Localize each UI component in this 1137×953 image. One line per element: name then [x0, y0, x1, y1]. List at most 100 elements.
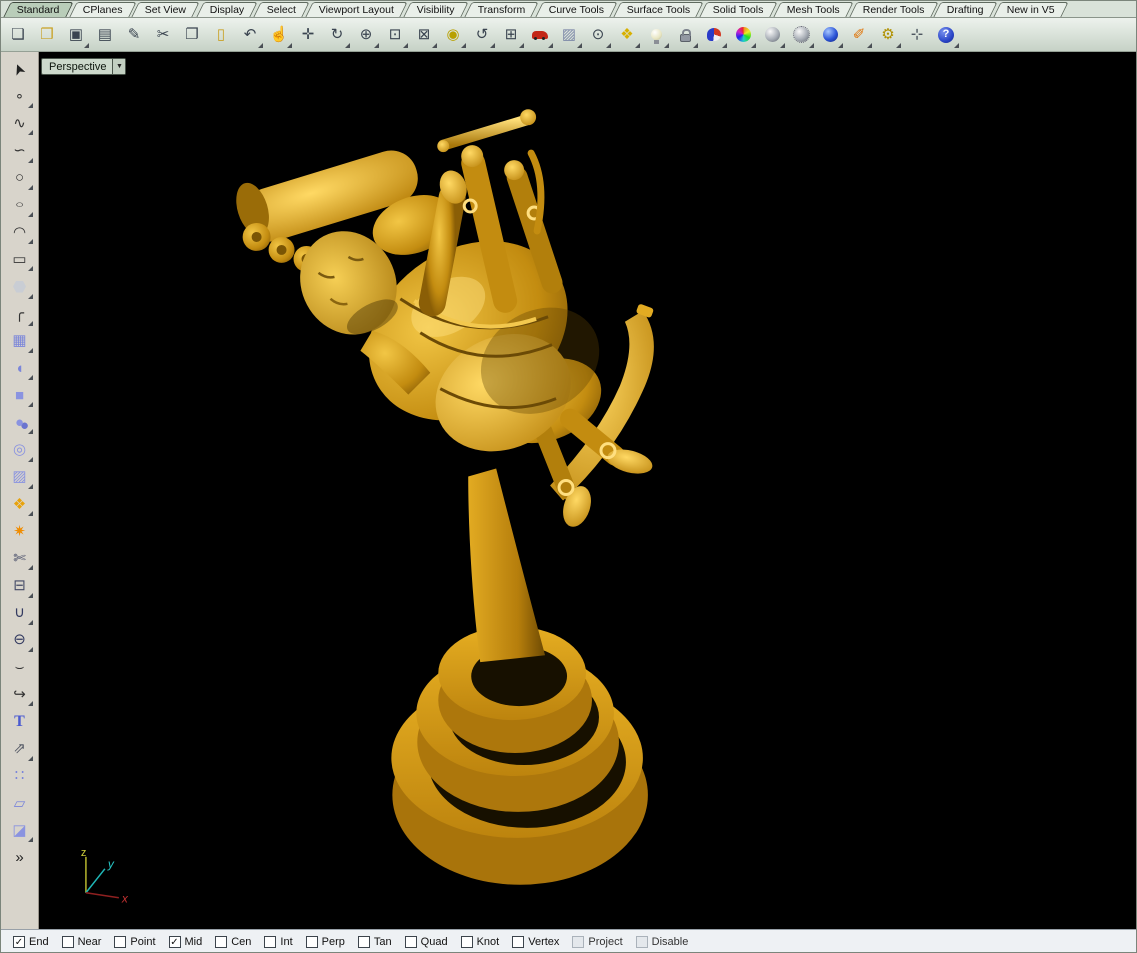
tab-solid-tools[interactable]: Solid Tools: [700, 2, 778, 17]
render-cone-button[interactable]: ✐: [845, 21, 873, 49]
copy-button[interactable]: ❐: [178, 21, 206, 49]
color-wheel-button[interactable]: [729, 21, 757, 49]
new-document-button[interactable]: ❏: [4, 21, 32, 49]
checkbox-icon[interactable]: [636, 936, 648, 948]
trim-button[interactable]: ✄: [6, 545, 34, 571]
adjust-curve-button[interactable]: ⌣: [6, 654, 34, 680]
statue-3d-model[interactable]: [230, 109, 654, 885]
extend-curve-button[interactable]: ↪: [6, 681, 34, 707]
lightbulb-button[interactable]: [642, 21, 670, 49]
checkbox-icon[interactable]: [358, 936, 370, 948]
tab-curve-tools[interactable]: Curve Tools: [535, 2, 618, 17]
checkbox-icon[interactable]: [461, 936, 473, 948]
tab-viewport-layout[interactable]: Viewport Layout: [306, 2, 408, 17]
pan-button[interactable]: ☝: [265, 21, 293, 49]
cylinder-button[interactable]: ◎: [6, 437, 34, 463]
map-button[interactable]: ▨: [555, 21, 583, 49]
osnap-disable[interactable]: Disable: [636, 936, 689, 948]
select-pointer-button[interactable]: ➤: [6, 56, 34, 82]
osnap-tan[interactable]: Tan: [358, 936, 392, 948]
point-button[interactable]: ∘: [6, 83, 34, 109]
named-views-car-button[interactable]: [526, 21, 554, 49]
move-button[interactable]: ⇗: [6, 736, 34, 762]
surface-from-points-button[interactable]: ▦: [6, 328, 34, 354]
tab-display[interactable]: Display: [196, 2, 258, 17]
four-viewports-button[interactable]: ⊞: [497, 21, 525, 49]
text-object-button[interactable]: T: [6, 709, 34, 735]
shear-button[interactable]: ▱: [6, 790, 34, 816]
osnap-end[interactable]: End: [13, 936, 49, 948]
boolean-union-button[interactable]: ∪: [6, 600, 34, 626]
checkbox-icon[interactable]: [114, 936, 126, 948]
checkbox-icon[interactable]: [13, 936, 25, 948]
cage-edit-button[interactable]: ◪: [6, 817, 34, 843]
tab-standard[interactable]: Standard: [3, 2, 73, 17]
tab-render-tools[interactable]: Render Tools: [849, 2, 938, 17]
osnap-int[interactable]: Int: [264, 936, 292, 948]
help-button[interactable]: ?: [932, 21, 960, 49]
array-button[interactable]: ∷: [6, 763, 34, 789]
fillet-curve-button[interactable]: ╭: [6, 301, 34, 327]
shaded-sphere-button[interactable]: [758, 21, 786, 49]
tab-new-in-v5[interactable]: New in V5: [993, 2, 1068, 17]
rendered-sphere-button[interactable]: [816, 21, 844, 49]
tab-drafting[interactable]: Drafting: [934, 2, 998, 17]
osnap-perp[interactable]: Perp: [306, 936, 345, 948]
open-folder-button[interactable]: ❒: [33, 21, 61, 49]
curved-surface-button[interactable]: ◖: [6, 355, 34, 381]
spheres-button[interactable]: ●: [6, 409, 34, 435]
zoom-extents-button[interactable]: ⊠: [410, 21, 438, 49]
checkbox-icon[interactable]: [62, 936, 74, 948]
rectangle-button[interactable]: ▭: [6, 246, 34, 272]
tab-select[interactable]: Select: [253, 2, 310, 17]
osnap-vertex[interactable]: Vertex: [512, 936, 559, 948]
arc-button[interactable]: ◠: [6, 219, 34, 245]
options-gear-button[interactable]: ⚙: [874, 21, 902, 49]
tab-transform[interactable]: Transform: [464, 2, 539, 17]
osnap-project[interactable]: Project: [572, 936, 622, 948]
edit-page-button[interactable]: ✎: [120, 21, 148, 49]
checkbox-icon[interactable]: [572, 936, 584, 948]
paste-button[interactable]: ▯: [207, 21, 235, 49]
explode-button[interactable]: ✷: [6, 518, 34, 544]
xray-sphere-button[interactable]: [787, 21, 815, 49]
patch-surface-button[interactable]: ▨: [6, 464, 34, 490]
circle-button[interactable]: ○: [6, 165, 34, 191]
viewport-title[interactable]: Perspective ▼: [41, 58, 126, 75]
osnap-cen[interactable]: Cen: [215, 936, 251, 948]
viewport-canvas[interactable]: z y x: [39, 52, 1136, 929]
print-button[interactable]: ▤: [91, 21, 119, 49]
zoom-selected-button[interactable]: ◉: [439, 21, 467, 49]
tab-visibility[interactable]: Visibility: [404, 2, 469, 17]
zoom-undo-button[interactable]: ↺: [468, 21, 496, 49]
osnap-mid[interactable]: Mid: [169, 936, 203, 948]
viewport-dropdown-icon[interactable]: ▼: [112, 59, 125, 74]
osnap-near[interactable]: Near: [62, 936, 102, 948]
tab-mesh-tools[interactable]: Mesh Tools: [773, 2, 853, 17]
join-puzzle-button[interactable]: ❖: [6, 491, 34, 517]
more-tools-button[interactable]: »: [6, 844, 34, 870]
selection-filter-button[interactable]: ❖: [613, 21, 641, 49]
save-button[interactable]: ▣: [62, 21, 90, 49]
osnap-quad[interactable]: Quad: [405, 936, 448, 948]
rotate-view-button[interactable]: ↻: [323, 21, 351, 49]
checkbox-icon[interactable]: [264, 936, 276, 948]
polyline-button[interactable]: ∿: [6, 110, 34, 136]
dimension-button[interactable]: ⊹: [903, 21, 931, 49]
polygon-button[interactable]: [6, 274, 34, 300]
tab-set-view[interactable]: Set View: [132, 2, 201, 17]
layer-wedge-button[interactable]: [700, 21, 728, 49]
undo-button[interactable]: ↶: [236, 21, 264, 49]
zoom-window-button[interactable]: ⊡: [381, 21, 409, 49]
checkbox-icon[interactable]: [512, 936, 524, 948]
cut-button[interactable]: ✂: [149, 21, 177, 49]
tab-surface-tools[interactable]: Surface Tools: [613, 2, 704, 17]
osnap-point[interactable]: Point: [114, 936, 155, 948]
padlock-button[interactable]: [671, 21, 699, 49]
distance-button[interactable]: ⊙: [584, 21, 612, 49]
perspective-viewport[interactable]: Perspective ▼: [39, 52, 1136, 929]
zoom-in-button[interactable]: ⊕: [352, 21, 380, 49]
split-button[interactable]: ⊟: [6, 573, 34, 599]
control-point-curve-button[interactable]: ∽: [6, 138, 34, 164]
checkbox-icon[interactable]: [169, 936, 181, 948]
